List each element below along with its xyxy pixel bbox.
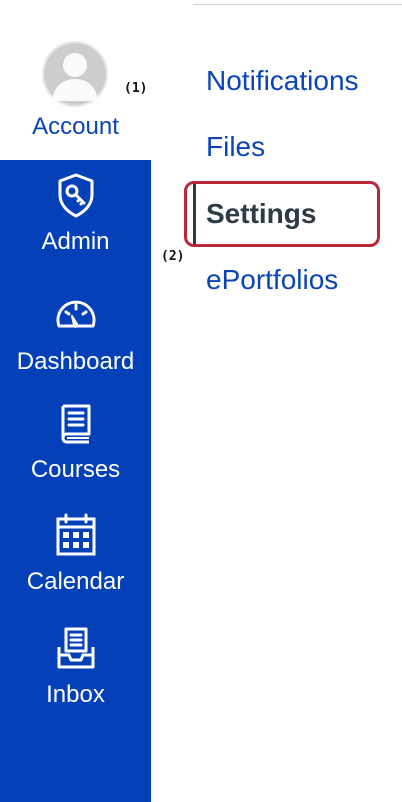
- dashboard-gauge-icon: [56, 300, 95, 328]
- account-label[interactable]: Account: [0, 113, 151, 141]
- nav-item-calendar[interactable]: Calendar: [0, 510, 151, 596]
- tray-link-eportfolios[interactable]: ePortfolios: [206, 263, 338, 297]
- tray-link-files[interactable]: Files: [206, 130, 265, 164]
- nav-item-label: Admin: [41, 228, 110, 255]
- nav-item-courses[interactable]: Courses: [0, 398, 151, 484]
- nav-item-label: Calendar: [26, 568, 125, 595]
- nav-item-inbox[interactable]: Inbox: [0, 623, 151, 709]
- active-indicator: [193, 181, 196, 244]
- global-nav-account[interactable]: Account: [0, 0, 151, 160]
- inbox-icon: [57, 627, 94, 669]
- calendar-icon: [56, 513, 95, 556]
- shield-key-icon: [58, 173, 93, 218]
- book-icon: [61, 404, 90, 444]
- nav-item-admin[interactable]: Admin: [0, 170, 151, 256]
- annotation-marker-1: (1): [124, 81, 148, 96]
- nav-item-label: Courses: [30, 456, 121, 483]
- annotation-marker-2: (2): [161, 249, 185, 264]
- avatar[interactable]: [42, 41, 108, 107]
- tray-link-notifications[interactable]: Notifications: [206, 64, 359, 98]
- app-root: Account (1) Admin Dashboard Courses Cale…: [0, 0, 402, 802]
- nav-item-dashboard[interactable]: Dashboard: [0, 290, 151, 376]
- user-avatar-icon: [52, 53, 98, 101]
- global-nav: Admin Dashboard Courses Calendar Inbox: [0, 160, 151, 802]
- tray-top-divider: [193, 4, 402, 5]
- nav-item-label: Inbox: [46, 681, 105, 708]
- tray-link-settings[interactable]: Settings: [206, 197, 316, 231]
- nav-item-label: Dashboard: [16, 348, 135, 375]
